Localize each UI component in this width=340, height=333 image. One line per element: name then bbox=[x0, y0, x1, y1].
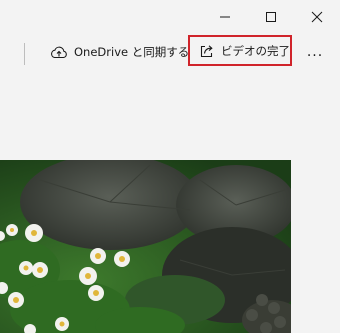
minimize-icon bbox=[220, 16, 230, 18]
onedrive-sync-button[interactable]: OneDrive と同期する bbox=[50, 38, 189, 66]
command-bar: OneDrive と同期する ビデオの完了 ... bbox=[0, 34, 340, 70]
finish-video-button[interactable]: ビデオの完了 bbox=[188, 35, 292, 66]
title-bar-buttons bbox=[202, 0, 340, 34]
video-preview-image bbox=[0, 160, 291, 333]
share-export-icon bbox=[199, 43, 215, 59]
maximize-icon bbox=[266, 12, 276, 22]
close-button[interactable] bbox=[294, 0, 340, 34]
minimize-button[interactable] bbox=[202, 0, 248, 34]
close-icon bbox=[311, 11, 323, 23]
toolbar-divider bbox=[24, 43, 25, 65]
more-options-button[interactable]: ... bbox=[303, 42, 327, 62]
maximize-button[interactable] bbox=[248, 0, 294, 34]
cloud-upload-icon bbox=[50, 45, 68, 59]
finish-video-label: ビデオの完了 bbox=[221, 43, 290, 58]
onedrive-sync-label: OneDrive と同期する bbox=[74, 45, 190, 59]
more-options-label: ... bbox=[306, 44, 324, 60]
app-window: OneDrive と同期する ビデオの完了 ... bbox=[0, 0, 340, 333]
